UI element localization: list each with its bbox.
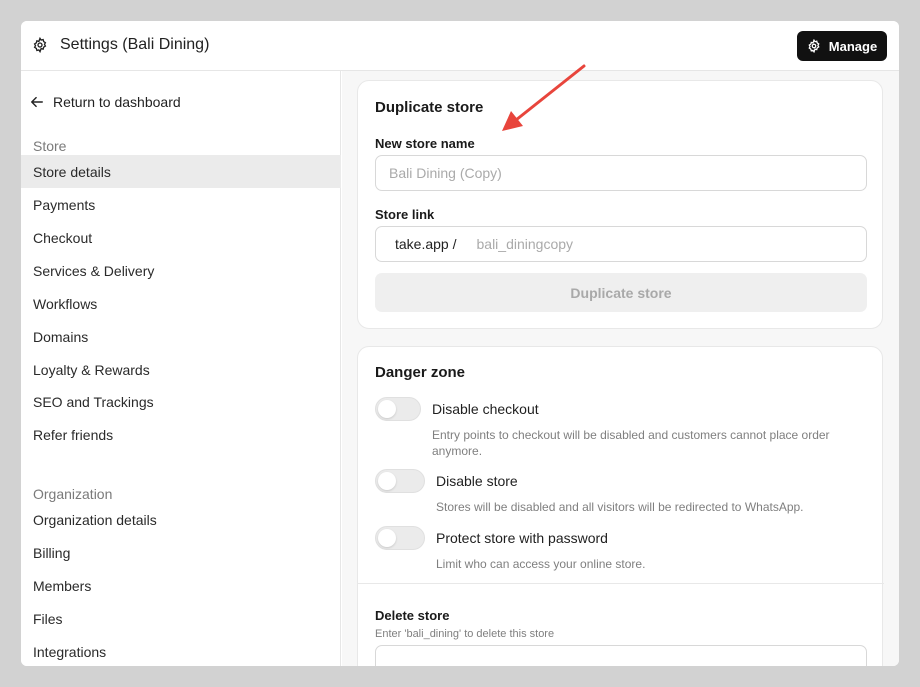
new-store-name-label: New store name [375,136,475,151]
header-bar: Settings (Bali Dining) Manage [21,21,899,71]
sidebar-item-members[interactable]: Members [21,569,341,602]
delete-store-label: Delete store [375,608,450,623]
store-link-input[interactable]: take.app / bali_diningcopy [375,226,867,262]
sidebar-item-files[interactable]: Files [21,602,341,635]
toggle-knob [378,472,396,490]
sidebar-item-domains[interactable]: Domains [21,320,341,353]
disable-store-desc: Stores will be disabled and all visitors… [436,500,804,514]
return-to-dashboard-link[interactable]: Return to dashboard [30,93,181,111]
store-link-prefix: take.app / [395,236,457,252]
sidebar-item-billing[interactable]: Billing [21,536,341,569]
protect-store-desc: Limit who can access your online store. [436,557,646,571]
delete-store-desc: Enter 'bali_dining' to delete this store [375,628,555,640]
section-label-store: Store [33,138,67,154]
sidebar: Return to dashboard Store Store details … [21,71,341,666]
duplicate-store-card: Duplicate store New store name Bali Dini… [357,80,883,329]
duplicate-store-button[interactable]: Duplicate store [375,273,867,312]
sidebar-item-workflows[interactable]: Workflows [21,287,341,320]
protect-store-toggle[interactable] [375,526,425,550]
disable-store-label: Disable store [436,473,518,489]
divider [358,583,884,584]
sidebar-item-payments[interactable]: Payments [21,188,341,221]
sidebar-item-organization-details[interactable]: Organization details [21,503,341,536]
disable-store-toggle[interactable] [375,469,425,493]
danger-zone-title: Danger zone [375,364,466,381]
sidebar-item-loyalty-rewards[interactable]: Loyalty & Rewards [21,353,341,386]
new-store-name-placeholder: Bali Dining (Copy) [389,165,502,181]
store-link-label: Store link [375,207,435,222]
new-store-name-input[interactable]: Bali Dining (Copy) [375,155,867,191]
section-label-organization: Organization [33,486,113,502]
return-label: Return to dashboard [53,94,181,110]
settings-window: Settings (Bali Dining) Manage Return to … [21,21,899,666]
sidebar-item-services-delivery[interactable]: Services & Delivery [21,254,341,287]
manage-button[interactable]: Manage [797,31,887,61]
disable-checkout-desc-2: anymore. [432,444,483,458]
sidebar-item-checkout[interactable]: Checkout [21,221,341,254]
main-content: Duplicate store New store name Bali Dini… [342,71,899,666]
manage-label: Manage [828,38,878,54]
toggle-knob [378,529,396,547]
gear-icon [808,39,820,53]
delete-store-input[interactable] [375,645,867,666]
disable-checkout-label: Disable checkout [432,401,539,417]
sidebar-item-store-details[interactable]: Store details [21,155,341,188]
sidebar-item-refer-friends[interactable]: Refer friends [21,418,341,451]
arrow-left-icon [31,96,43,108]
sidebar-item-seo-trackings[interactable]: SEO and Trackings [21,385,341,418]
protect-store-label: Protect store with password [436,530,608,546]
gear-icon [33,37,47,53]
store-link-placeholder: bali_diningcopy [476,236,574,252]
duplicate-store-title: Duplicate store [375,99,484,116]
toggle-knob [378,400,396,418]
page-title: Settings (Bali Dining) [60,36,210,53]
sidebar-item-integrations[interactable]: Integrations [21,635,341,666]
danger-zone-card: Danger zone Disable checkout Entry point… [357,346,884,666]
disable-checkout-desc-1: Entry points to checkout will be disable… [432,428,830,442]
disable-checkout-toggle[interactable] [375,397,421,421]
